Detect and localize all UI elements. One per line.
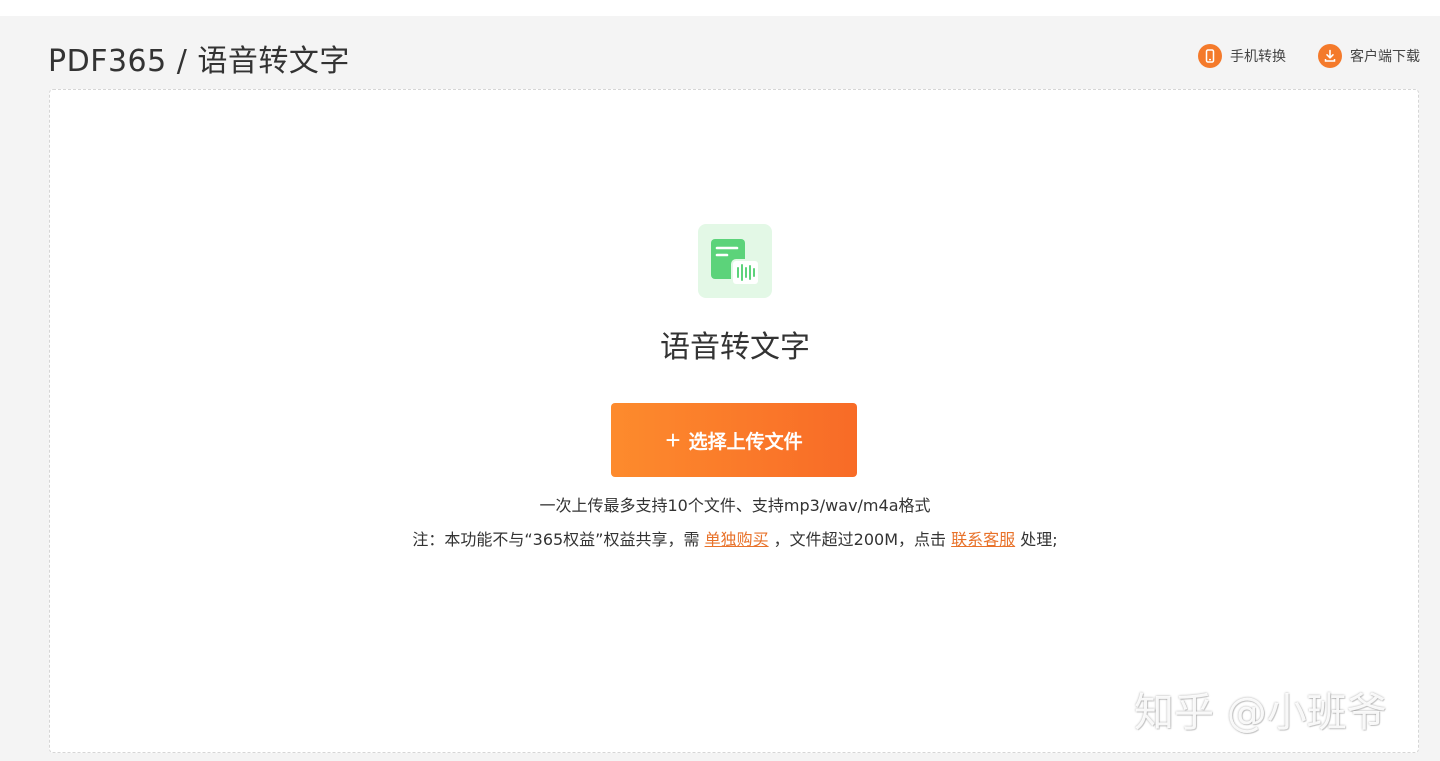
- download-icon: [1318, 44, 1342, 68]
- note-middle: ，文件超过200M，点击: [773, 530, 947, 549]
- top-strip: [0, 0, 1440, 16]
- watermark: 知乎 @小班爷: [1134, 690, 1387, 736]
- plus-icon: +: [665, 425, 681, 455]
- upload-button-label: 选择上传文件: [688, 431, 803, 453]
- select-upload-file-button[interactable]: + 选择上传文件: [611, 403, 857, 477]
- header-actions: 手机转换 客户端下载: [1198, 44, 1420, 68]
- audio-to-text-icon: [698, 224, 772, 298]
- contact-service-link[interactable]: 联系客服: [951, 530, 1015, 549]
- client-download-label: 客户端下载: [1350, 49, 1420, 65]
- usage-note: 注：本功能不与“365权益”权益共享，需 单独购买 ，文件超过200M，点击 联…: [50, 526, 1420, 550]
- upload-panel[interactable]: 语音转文字 + 选择上传文件 一次上传最多支持10个文件、支持mp3/wav/m…: [49, 89, 1419, 753]
- feature-name: 语音转文字: [660, 330, 810, 365]
- page-title: PDF365 / 语音转文字: [48, 44, 350, 79]
- upload-hint: 一次上传最多支持10个文件、支持mp3/wav/m4a格式: [539, 496, 931, 515]
- mobile-convert-label: 手机转换: [1230, 49, 1286, 65]
- buy-separately-link[interactable]: 单独购买: [705, 530, 769, 549]
- note-prefix: 注：本功能不与“365权益”权益共享，需: [412, 530, 700, 549]
- phone-icon: [1198, 44, 1222, 68]
- note-suffix: 处理;: [1020, 530, 1058, 549]
- mobile-convert-link[interactable]: 手机转换: [1198, 44, 1286, 68]
- client-download-link[interactable]: 客户端下载: [1318, 44, 1420, 68]
